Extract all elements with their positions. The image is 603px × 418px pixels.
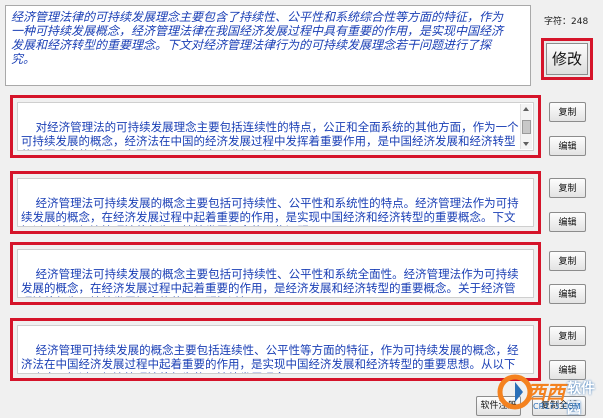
result-text-2: 经济管理法可持续发展的概念主要包括可持续性、公平性和系统性的特点。经济管理法作为… (21, 196, 519, 226)
copy-button-2[interactable]: 复制 (549, 178, 586, 198)
watermark-suffix: 软件园 (567, 381, 595, 417)
modify-button[interactable]: 修改 (546, 43, 588, 75)
result-textbox-3[interactable]: 经济管理法可持续发展的概念主要包括可持续性、公平性和系统全面性。经济管理法作为可… (17, 249, 534, 298)
site-watermark: 西西 软件园 CR173.COM (497, 372, 603, 417)
result-textbox-2[interactable]: 经济管理法可持续发展的概念主要包括可持续性、公平性和系统性的特点。经济管理法作为… (17, 178, 534, 227)
copy-button-4[interactable]: 复制 (549, 326, 586, 346)
scroll-up-icon[interactable] (523, 107, 529, 111)
result-frame-1: 对经济管理法的可持续发展理念主要包括连续性的特点，公正和全面系统的其他方面，作为… (10, 95, 541, 158)
result-frame-3: 经济管理法可持续发展的概念主要包括可持续性、公平性和系统全面性。经济管理法作为可… (10, 242, 541, 305)
result-text-4: 经济管理可持续发展的概念主要包括连续性、公平性等方面的特征，作为可持续发展的概念… (21, 343, 519, 373)
watermark-brand: 西西 (527, 382, 566, 404)
result-frame-4: 经济管理可持续发展的概念主要包括连续性、公平性等方面的特征，作为可持续发展的概念… (10, 318, 541, 381)
copy-button-1[interactable]: 复制 (549, 102, 586, 122)
char-count-label: 字符：248 (544, 17, 589, 27)
modify-button-highlight: 修改 (541, 38, 593, 80)
scroll-down-icon[interactable] (523, 142, 529, 146)
result-textbox-1[interactable]: 对经济管理法的可持续发展理念主要包括连续性的特点，公正和全面系统的其他方面，作为… (17, 102, 534, 151)
copy-button-3[interactable]: 复制 (549, 251, 586, 271)
result-frame-2: 经济管理法可持续发展的概念主要包括可持续性、公平性和系统性的特点。经济管理法作为… (10, 171, 541, 234)
source-textarea[interactable]: 经济管理法律的可持续发展理念主要包含了持续性、公平性和系统综合性等方面的特征，作… (5, 5, 531, 86)
result-textbox-4[interactable]: 经济管理可持续发展的概念主要包括连续性、公平性等方面的特征，作为可持续发展的概念… (17, 325, 534, 374)
watermark-url: CR173.COM (533, 402, 581, 411)
scroll-thumb[interactable] (522, 120, 531, 134)
result-text-3: 经济管理法可持续发展的概念主要包括可持续性、公平性和系统全面性。经济管理法作为可… (21, 267, 519, 297)
edit-button-2[interactable]: 编辑 (549, 212, 586, 232)
result-text-1: 对经济管理法的可持续发展理念主要包括连续性的特点，公正和全面系统的其他方面，作为… (21, 120, 519, 150)
edit-button-1[interactable]: 编辑 (549, 136, 586, 156)
result-scrollbar-1[interactable] (520, 104, 532, 149)
edit-button-3[interactable]: 编辑 (549, 284, 586, 304)
